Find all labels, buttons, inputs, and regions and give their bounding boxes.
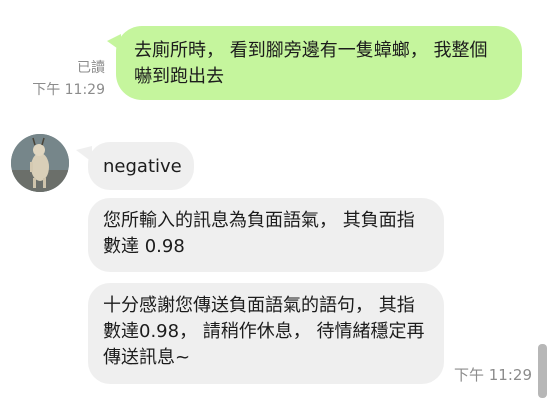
goat-avatar-icon [11, 134, 69, 192]
received-message-text: 您所輸入的訊息為負面語氣， 其負面指數達 0.98 [103, 210, 415, 257]
received-message-bubble[interactable]: 十分感謝您傳送負面語氣的語句， 其指數達0.98， 請稍作休息， 待情緒穩定再傳… [88, 283, 444, 384]
scrollbar-thumb[interactable] [538, 344, 547, 398]
read-receipt: 已讀 [77, 60, 105, 76]
sent-timestamp: 下午 11:29 [32, 82, 105, 98]
received-message-text: 十分感謝您傳送負面語氣的語句， 其指數達0.98， 請稍作休息， 待情緒穩定再傳… [103, 295, 425, 368]
received-message-bubble[interactable]: 您所輸入的訊息為負面語氣， 其負面指數達 0.98 [88, 198, 444, 272]
received-timestamp: 下午 11:29 [454, 366, 532, 384]
received-message-bubble[interactable]: negative [76, 142, 194, 190]
received-message-text: negative [103, 156, 182, 177]
avatar[interactable] [11, 134, 69, 192]
bubble-tail [76, 146, 92, 162]
sent-message-bubble[interactable]: 去廁所時， 看到腳旁邊有一隻蟑螂， 我整個嚇到跑出去 [107, 26, 522, 100]
sent-message-text: 去廁所時， 看到腳旁邊有一隻蟑螂， 我整個嚇到跑出去 [134, 40, 488, 87]
bubble-tail [107, 34, 121, 51]
chat-area: 已讀 下午 11:29 去廁所時， 看到腳旁邊有一隻蟑螂， 我整個嚇到跑出去 n… [0, 0, 548, 412]
